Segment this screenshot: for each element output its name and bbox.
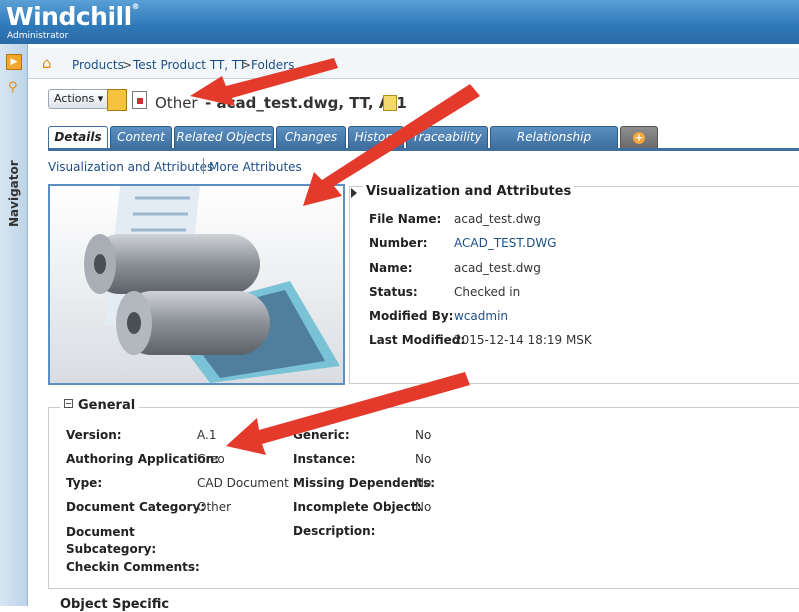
chevron-down-icon: ▾ <box>97 92 104 105</box>
tab-related-objects[interactable]: Related Objects <box>174 126 274 148</box>
attr-label: File Name: <box>369 212 442 226</box>
general-section-title[interactable]: General <box>60 398 140 413</box>
attr-label: Status: <box>369 285 418 299</box>
visualization-thumbnail[interactable] <box>48 184 345 385</box>
gen-label: Checkin Comments: <box>66 560 200 574</box>
gen-label: Instance: <box>293 452 356 466</box>
breadcrumb-folders[interactable]: Folders <box>251 58 294 72</box>
tab-content[interactable]: Content <box>110 126 172 148</box>
tab-relationship-explorer[interactable]: Relationship Explorer <box>490 126 618 165</box>
breadcrumb-separator: > <box>241 58 252 72</box>
info-page-icon[interactable] <box>383 95 397 111</box>
gen-label: Missing Dependents: <box>293 476 436 490</box>
cad-file-icon <box>132 91 147 109</box>
attr-label: Name: <box>369 261 413 275</box>
object-type: Other <box>155 94 198 112</box>
object-specific-section-title[interactable]: Object Specific <box>60 597 169 612</box>
attr-status: Checked in <box>454 285 521 299</box>
tab-history[interactable]: History <box>348 126 404 148</box>
gen-missing-dependents: No <box>415 476 432 490</box>
subnav-visualization[interactable]: Visualization and Attributes <box>48 160 213 174</box>
logo-text: Windchill <box>6 2 132 31</box>
tab-details[interactable]: Details <box>48 126 108 148</box>
actions-label: Actions <box>54 92 95 105</box>
user-role: Administrator <box>7 31 69 41</box>
attr-name: acad_test.dwg <box>454 261 541 275</box>
gen-incomplete-object: No <box>415 500 432 514</box>
subnav-divider <box>203 158 204 174</box>
attr-last-modified: 2015-12-14 18:19 MSK <box>454 333 592 347</box>
tab-traceability[interactable]: Traceability <box>406 126 488 148</box>
add-tab-icon: + <box>633 131 645 144</box>
search-icon[interactable]: ⚲ <box>8 80 20 95</box>
gen-label: Generic: <box>293 428 350 442</box>
document-icon[interactable] <box>107 89 127 111</box>
gen-label: Document Subcategory: <box>66 525 157 556</box>
attr-modified-by-link[interactable]: wcadmin <box>454 309 508 323</box>
gen-label: Document Category: <box>66 500 206 514</box>
navigator-label[interactable]: Navigator <box>7 147 21 227</box>
title-dash: - <box>205 94 212 112</box>
actions-button[interactable]: Actions ▾ <box>48 89 110 109</box>
rollers-illustration <box>50 186 343 383</box>
breadcrumb-separator: > <box>122 58 133 72</box>
attr-number-link[interactable]: ACAD_TEST.DWG <box>454 236 556 250</box>
attr-label: Number: <box>369 236 428 250</box>
navigator-strip[interactable] <box>0 44 28 606</box>
breadcrumb-products[interactable]: Products <box>72 58 124 72</box>
logo-mark: ® <box>131 2 140 11</box>
viz-section-title: Visualization and Attributes <box>363 184 575 199</box>
gen-label: Description: <box>293 524 376 538</box>
gen-instance: No <box>415 452 432 466</box>
page-title: - acad_test.dwg, TT, A.1 <box>205 94 407 112</box>
gen-authoring-app: Creo <box>197 452 225 466</box>
gen-type: CAD Document <box>197 476 289 490</box>
windchill-logo[interactable]: Windchill® <box>6 2 140 31</box>
attr-label: Last Modified: <box>369 333 466 347</box>
home-icon[interactable]: ⌂ <box>42 54 58 72</box>
gen-label: Incomplete Object: <box>293 500 422 514</box>
collapse-icon[interactable] <box>351 188 357 198</box>
collapse-icon[interactable] <box>64 399 73 408</box>
general-title: General <box>78 398 136 413</box>
attr-label: Modified By: <box>369 309 454 323</box>
gen-doc-category: Other <box>197 500 232 514</box>
toggle-icon[interactable]: ▶ <box>6 54 22 70</box>
gen-version: A.1 <box>197 428 217 442</box>
gen-label: Type: <box>66 476 103 490</box>
subnav-more-attributes[interactable]: More Attributes <box>209 160 302 174</box>
tab-changes[interactable]: Changes <box>276 126 346 148</box>
attr-file-name: acad_test.dwg <box>454 212 541 226</box>
object-name: acad_test.dwg, TT, A.1 <box>216 94 407 112</box>
breadcrumb-product[interactable]: Test Product TT, TT <box>133 58 246 72</box>
tab-bar: Details Content Related Objects Changes … <box>48 126 799 165</box>
gen-generic: No <box>415 428 432 442</box>
gen-label: Version: <box>66 428 122 442</box>
add-tab-button[interactable]: + <box>620 126 658 148</box>
